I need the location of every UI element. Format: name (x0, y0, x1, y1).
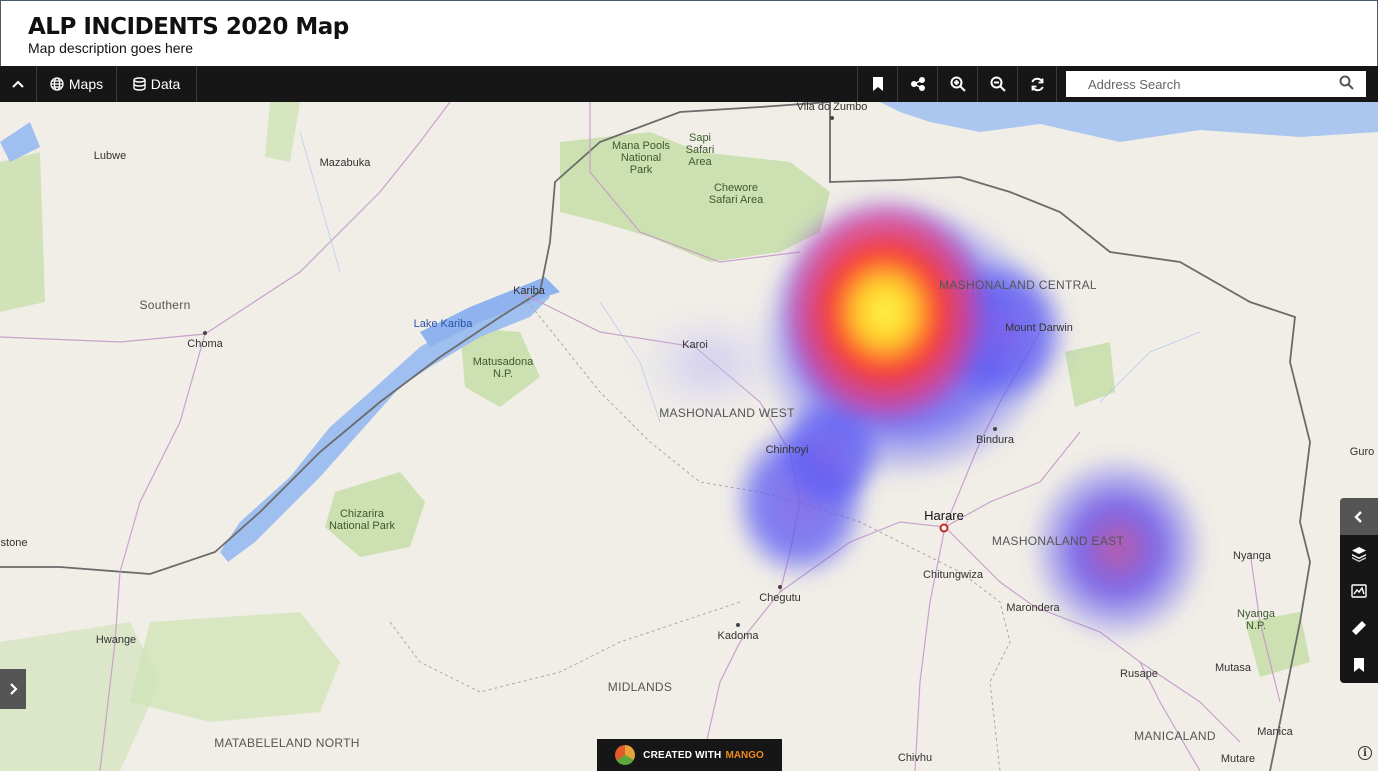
map-label-karoi: Karoi (682, 339, 708, 351)
share-icon (910, 77, 925, 91)
map-canvas[interactable]: Vila do Zumbo Lubwe Mazabuka Mana Pools … (0, 102, 1378, 771)
map-city-dot (778, 585, 782, 589)
map-label-mutasa: Mutasa (1214, 662, 1252, 674)
map-label-choma: Choma (187, 338, 223, 350)
map-label-lake-kariba: Lake Kariba (413, 318, 473, 330)
bookmark-button[interactable] (857, 66, 897, 102)
refresh-icon (1030, 77, 1044, 91)
bookmark-icon (872, 77, 883, 91)
map-label-manica: Manica (1257, 726, 1293, 738)
search-icon[interactable] (1339, 75, 1354, 90)
left-panel-toggle-button[interactable] (0, 669, 26, 709)
badge-brand-text: MANGO (725, 749, 764, 761)
layers-button[interactable] (1340, 535, 1378, 572)
map-city-dot (830, 116, 834, 120)
map-label-chinhoyi: Chinhoyi (765, 444, 809, 456)
map-label-matusadona: Matusadona N.P. (472, 356, 534, 380)
map-label-kariba: Kariba (513, 285, 545, 297)
map-label-mutare: Mutare (1220, 753, 1256, 765)
map-label-hwange: Hwange (95, 634, 137, 646)
map-city-dot (736, 623, 740, 627)
map-label-harare: Harare (924, 508, 964, 523)
map-label-nyanga-np: Nyanga N.P. (1237, 608, 1275, 632)
map-label-chegutu: Chegutu (759, 592, 801, 604)
map-label-lubwe: Lubwe (93, 150, 127, 162)
map-label-stone: stone (0, 537, 28, 549)
measure-button[interactable] (1340, 609, 1378, 646)
map-label-marondera: Marondera (1006, 602, 1060, 614)
collapse-header-button[interactable] (0, 66, 37, 102)
map-label-mashonaland-central: MASHONALAND CENTRAL (939, 278, 1097, 292)
map-label-chizarira: Chizarira National Park (328, 508, 396, 532)
map-label-southern: Southern (139, 298, 191, 312)
map-label-guro: Guro (1349, 446, 1375, 458)
map-label-chewore: Chewore Safari Area (708, 182, 764, 206)
map-label-rusape: Rusape (1120, 668, 1158, 680)
map-card-icon (1351, 583, 1367, 598)
map-capital-marker (939, 523, 949, 533)
address-search-input[interactable] (1066, 71, 1336, 97)
address-search (1066, 71, 1366, 97)
mango-logo-icon (615, 745, 636, 765)
map-label-mashonaland-west: MASHONALAND WEST (659, 406, 795, 420)
zoom-in-button[interactable] (937, 66, 977, 102)
map-label-midlands: MIDLANDS (607, 680, 673, 694)
maps-menu-button[interactable]: Maps (37, 66, 117, 102)
share-button[interactable] (897, 66, 937, 102)
created-with-mango-badge[interactable]: CREATED WITH MANGO (597, 739, 782, 771)
zoom-out-button[interactable] (977, 66, 1017, 102)
maps-menu-label: Maps (68, 76, 104, 92)
badge-created-with-text: CREATED WITH (643, 749, 722, 761)
saved-views-button[interactable] (1340, 646, 1378, 683)
database-icon (133, 77, 146, 91)
map-label-bindura: Bindura (976, 434, 1014, 446)
chevron-up-icon (12, 80, 24, 88)
data-menu-button[interactable]: Data (117, 66, 197, 102)
map-city-dot (203, 331, 207, 335)
map-label-mazabuka: Mazabuka (319, 157, 371, 169)
page-subtitle: Map description goes here (28, 40, 193, 56)
data-menu-label: Data (150, 76, 181, 92)
chevron-right-icon (10, 683, 18, 695)
map-toolbar: Maps Data (0, 66, 1378, 102)
map-side-panel (1340, 498, 1378, 683)
map-label-matabeleland-north: MATABELELAND NORTH (214, 736, 360, 750)
map-city-dot (993, 427, 997, 431)
map-label-mana-pools: Mana Pools National Park (611, 140, 671, 176)
basemap-button[interactable] (1340, 572, 1378, 609)
bookmark-icon (1354, 657, 1364, 672)
refresh-button[interactable] (1017, 66, 1057, 102)
layers-icon (1352, 546, 1366, 562)
map-label-kadoma: Kadoma (717, 630, 759, 642)
globe-icon (50, 77, 64, 91)
map-label-sapi: Sapi Safari Area (685, 132, 715, 168)
map-label-chivhu: Chivhu (897, 752, 933, 764)
chevron-left-icon (1354, 510, 1362, 523)
ruler-icon (1352, 620, 1366, 635)
map-label-mount-darwin: Mount Darwin (1005, 322, 1073, 334)
map-label-nyanga: Nyanga (1233, 550, 1271, 562)
map-label-vila-do-zumbo: Vila do Zumbo (796, 102, 868, 113)
info-icon[interactable]: i (1358, 746, 1372, 760)
zoom-out-icon (990, 76, 1006, 92)
expand-panel-button[interactable] (1340, 498, 1378, 535)
map-header: ALP INCIDENTS 2020 Map Map description g… (0, 0, 1378, 66)
map-basemap (0, 102, 1378, 771)
zoom-in-icon (950, 76, 966, 92)
map-label-mashonaland-east: MASHONALAND EAST (991, 534, 1125, 548)
map-label-manicaland: MANICALAND (1134, 729, 1216, 743)
page-title: ALP INCIDENTS 2020 Map (28, 14, 349, 40)
map-label-chitungwiza: Chitungwiza (923, 569, 983, 581)
